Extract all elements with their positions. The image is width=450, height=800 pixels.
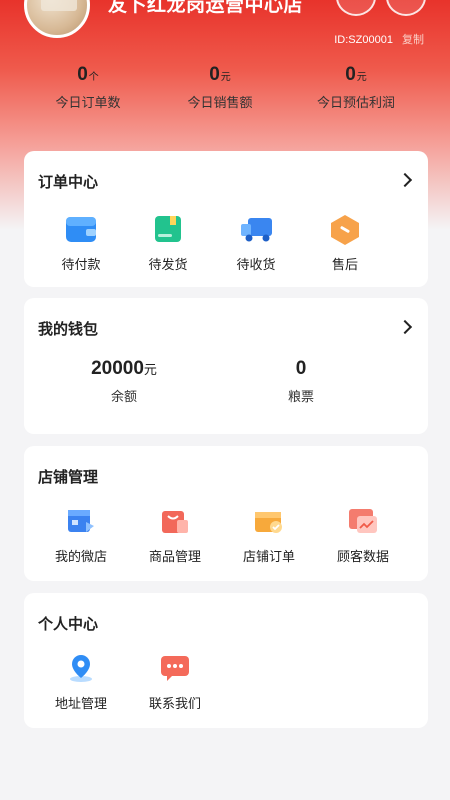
wallet-card: 我的钱包 20000元 余额 0 粮票 [24,298,428,434]
stat-unit: 元 [220,72,231,83]
stat-sales[interactable]: 0元 今日销售额 [150,64,290,111]
shop-item-label: 店铺订单 [242,550,295,565]
data-chart-icon [347,506,379,536]
stat-unit: 元 [356,72,367,83]
stat-label: 今日订单数 [55,96,121,111]
stat-label: 今日预估利润 [316,96,395,111]
settings-icon[interactable] [386,0,426,16]
chevron-right-icon[interactable] [397,172,413,188]
shop-store-orders[interactable]: 店铺订单 [224,506,314,565]
after-sales-icon [329,214,361,245]
package-icon [152,214,184,244]
chat-bubble-icon [159,653,191,683]
shop-goods-management[interactable]: 商品管理 [130,506,220,565]
shop-item-label: 我的微店 [54,550,107,565]
wallet-coupon[interactable]: 0 粮票 [201,358,401,405]
order-center-card: 订单中心 待付款 待发货 待收货 售后 [24,151,428,287]
chevron-right-icon[interactable] [397,319,413,335]
order-box-icon [253,506,285,536]
store-id: ID:SZ00001 [334,34,393,46]
goods-bag-icon [159,506,191,536]
order-item-label: 待收货 [236,258,276,273]
coupon-label: 粮票 [287,390,314,405]
order-item-label: 售后 [331,258,358,273]
store-name: 友卜红龙岗运营中心店 [108,0,304,16]
location-pin-icon [65,653,97,683]
coupon-value: 0 [295,358,307,379]
order-after-sales[interactable]: 售后 [300,214,390,273]
store-avatar[interactable] [24,0,90,38]
message-icon[interactable] [336,0,376,16]
shop-my-store[interactable]: 我的微店 [36,506,126,565]
order-item-label: 待付款 [61,258,101,273]
personal-address-management[interactable]: 地址管理 [36,653,126,712]
balance-value: 20000 [91,358,144,379]
shop-management-title: 店铺管理 [38,468,99,486]
stat-profit[interactable]: 0元 今日预估利润 [286,64,426,111]
wallet-balance[interactable]: 20000元 余额 [24,358,224,405]
personal-item-label: 地址管理 [54,697,107,712]
shop-management-card: 店铺管理 我的微店 商品管理 店铺订单 顾客数据 [24,446,428,581]
order-pending-shipment[interactable]: 待发货 [123,214,213,273]
personal-center-title: 个人中心 [38,615,99,633]
personal-item-label: 联系我们 [148,697,201,712]
stat-unit: 个 [88,72,99,83]
wallet-icon [65,214,97,244]
balance-unit: 元 [143,363,157,378]
stat-value: 0 [209,64,220,85]
stat-orders[interactable]: 0个 今日订单数 [18,64,158,111]
copy-id-button[interactable]: 复制 [402,34,424,46]
truck-icon [240,214,272,244]
order-pending-receipt[interactable]: 待收货 [211,214,301,273]
today-stats: 0个 今日订单数 0元 今日销售额 0元 今日预估利润 [0,64,450,114]
shop-item-label: 商品管理 [148,550,201,565]
stat-label: 今日销售额 [187,96,253,111]
shop-customer-data[interactable]: 顾客数据 [318,506,408,565]
order-item-label: 待发货 [148,258,188,273]
stat-value: 0 [77,64,88,85]
order-center-title: 订单中心 [38,173,99,191]
balance-label: 余额 [110,390,137,405]
store-id-row: ID:SZ00001 复制 [334,31,424,47]
personal-contact-us[interactable]: 联系我们 [130,653,220,712]
order-pending-payment[interactable]: 待付款 [36,214,126,273]
personal-center-card: 个人中心 地址管理 联系我们 [24,593,428,728]
stat-value: 0 [345,64,356,85]
shop-item-label: 顾客数据 [336,550,389,565]
shop-icon [65,506,97,536]
wallet-title: 我的钱包 [38,320,99,338]
